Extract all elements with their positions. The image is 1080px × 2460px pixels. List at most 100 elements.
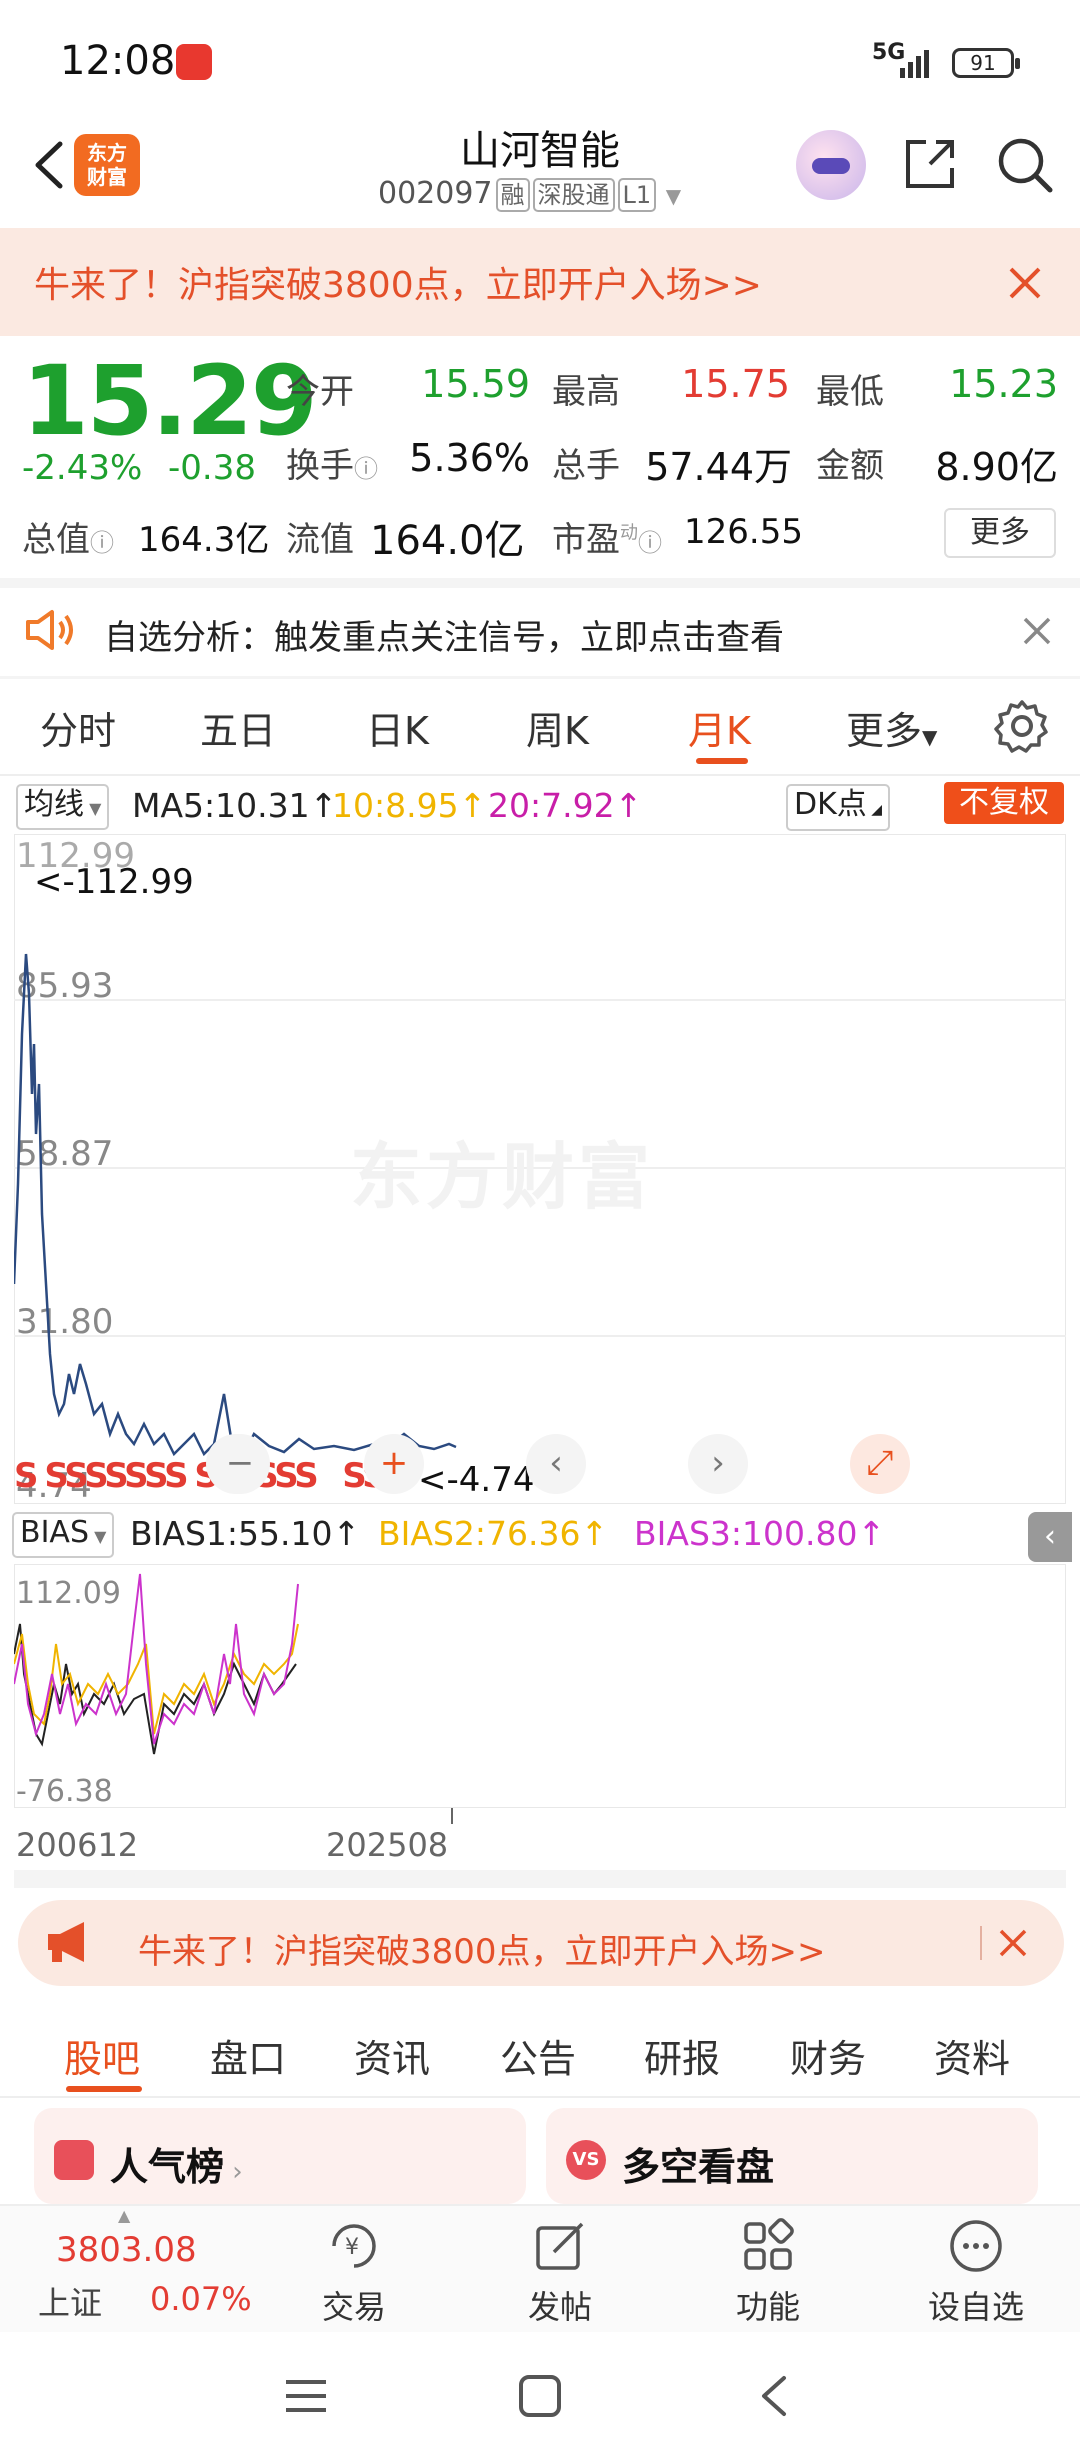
active-subtab-indicator xyxy=(66,2086,142,2092)
tab-monthly-k[interactable]: 月K xyxy=(688,700,751,755)
stock-code-row[interactable]: 002097 融深股通 L1 ▼ xyxy=(378,176,681,212)
ma-indicator-row: 均线 ▼ MA5:10.31↑ 10:8.95↑ 20:7.92↑ DK点 ◢ xyxy=(0,780,1080,831)
nav-post[interactable]: 发帖 xyxy=(490,2282,630,2328)
stock-name: 山河智能 xyxy=(460,128,620,174)
subtab-profile[interactable]: 资料 xyxy=(934,2028,1010,2083)
subtab-research[interactable]: 研报 xyxy=(644,2028,720,2083)
divider xyxy=(0,578,1080,588)
info-icon: ⓘ xyxy=(638,529,662,557)
index-change[interactable]: 0.07% xyxy=(150,2280,252,2318)
compose-icon[interactable] xyxy=(532,2218,588,2274)
bias2-value: BIAS2:76.36↑ xyxy=(378,1514,609,1553)
ma10-value: 10:8.95↑ xyxy=(332,786,487,825)
float-label: 流值 xyxy=(286,520,354,560)
subtab-news[interactable]: 资讯 xyxy=(354,2028,430,2083)
ai-assistant-visor xyxy=(812,158,850,174)
change-amount: -0.38 xyxy=(168,448,256,488)
volume-value: 57.44万 xyxy=(645,445,792,489)
trade-icon[interactable]: ¥ xyxy=(326,2218,382,2274)
tab-weekly-k[interactable]: 周K xyxy=(526,700,589,755)
index-value[interactable]: 3803.08 xyxy=(56,2230,197,2270)
turnover-label: 换手ⓘ xyxy=(286,446,378,486)
collapse-panel-icon[interactable]: ‹ xyxy=(1028,1512,1072,1562)
dropdown-icon: ▼ xyxy=(665,184,682,208)
previous-icon[interactable]: ‹ xyxy=(526,1434,586,1494)
nav-trade[interactable]: 交易 xyxy=(284,2282,424,2328)
price-line xyxy=(14,953,457,1457)
ma5-value: MA5:10.31↑ xyxy=(132,786,338,825)
bull-bear-title[interactable]: 多空看盘 xyxy=(622,2136,774,2191)
subtab-announcements[interactable]: 公告 xyxy=(500,2028,576,2083)
popularity-card[interactable] xyxy=(34,2108,526,2204)
subtab-finance[interactable]: 财务 xyxy=(790,2028,866,2083)
fullscreen-icon[interactable]: ⤢ xyxy=(850,1434,910,1494)
grid-icon[interactable] xyxy=(740,2218,796,2274)
analysis-text[interactable]: 自选分析：触发重点关注信号，立即点击查看 xyxy=(104,610,784,659)
buy-sell-signals: S SSSSSSS SSSSSS SS xyxy=(14,1456,387,1496)
settings-icon[interactable] xyxy=(994,698,1050,754)
zoom-out-button[interactable]: − xyxy=(210,1434,270,1494)
bias1-line xyxy=(14,1623,297,1755)
bias-indicator-row: BIAS ▼ BIAS1:55.10↑ BIAS2:76.36↑ BIAS3:1… xyxy=(0,1508,1080,1560)
float-value: 164.0亿 xyxy=(370,518,525,564)
share-icon[interactable] xyxy=(900,134,960,194)
bull-bear-card[interactable] xyxy=(546,2108,1038,2204)
promo-banner-text[interactable]: 牛来了！沪指突破3800点，立即开户入场>> xyxy=(34,256,762,308)
high-value: 15.75 xyxy=(681,362,790,406)
current-price: 15.29 xyxy=(22,345,318,457)
dk-point-select[interactable]: DK点 ◢ xyxy=(786,784,890,831)
close-icon[interactable] xyxy=(998,1928,1028,1958)
volume-label: 总手 xyxy=(552,446,620,486)
more-button[interactable]: 更多 xyxy=(944,508,1056,558)
back-arrow-icon[interactable] xyxy=(22,130,82,200)
more-dots-icon[interactable] xyxy=(948,2218,1004,2274)
bias-select[interactable]: BIAS ▼ xyxy=(12,1512,115,1558)
tab-more[interactable]: 更多▼ xyxy=(846,700,937,755)
divider xyxy=(0,2096,1080,2098)
menu-icon[interactable] xyxy=(284,2376,328,2416)
indicator-select[interactable]: 均线 ▼ xyxy=(16,784,110,830)
pe-label: 市盈动ⓘ xyxy=(552,520,662,560)
bias3-line xyxy=(14,1573,299,1745)
dropdown-icon: ▼ xyxy=(84,799,102,818)
close-icon[interactable] xyxy=(1008,266,1042,300)
open-value: 15.59 xyxy=(421,362,530,406)
pe-dynamic-mark: 动 xyxy=(620,522,638,544)
nav-add-watchlist[interactable]: 设自选 xyxy=(906,2282,1046,2328)
adjust-toggle[interactable]: 不复权 xyxy=(944,782,1064,824)
min-marker: <-4.74 xyxy=(418,1460,535,1500)
notification-app-icon xyxy=(176,44,212,80)
svg-text:¥: ¥ xyxy=(345,2235,359,2260)
index-name[interactable]: 上证 xyxy=(38,2278,102,2324)
x-axis-start: 200612 xyxy=(16,1826,139,1864)
change-pct: -2.43% xyxy=(22,448,143,488)
turnover-value: 5.36% xyxy=(409,436,530,480)
bias-lines xyxy=(14,1573,299,1755)
high-label: 最高 xyxy=(552,372,620,412)
next-icon[interactable]: › xyxy=(688,1434,748,1494)
active-tab-indicator xyxy=(696,758,748,764)
info-icon: ⓘ xyxy=(90,529,114,557)
chart-bottom-pad xyxy=(14,1870,1066,1888)
status-bar: 12:08 5G 91 xyxy=(0,0,1080,120)
zoom-in-icon[interactable]: + xyxy=(364,1434,424,1494)
system-back-icon[interactable] xyxy=(756,2374,790,2418)
index-arrow: ▲ xyxy=(118,2206,131,2225)
tab-intraday[interactable]: 分时 xyxy=(40,700,116,755)
subtab-orderbook[interactable]: 盘口 xyxy=(210,2028,286,2083)
divider xyxy=(980,1926,982,1960)
popularity-icon xyxy=(54,2140,94,2180)
close-icon[interactable] xyxy=(1022,616,1052,646)
tab-daily-k[interactable]: 日K xyxy=(366,700,429,755)
x-axis-end: 202508 xyxy=(326,1826,449,1864)
tab-five-day[interactable]: 五日 xyxy=(200,700,276,755)
home-icon[interactable] xyxy=(518,2374,562,2418)
amount-label: 金额 xyxy=(816,446,884,486)
promo-banner-secondary-text[interactable]: 牛来了！沪指突破3800点，立即开户入场>> xyxy=(138,1924,826,1973)
nav-functions[interactable]: 功能 xyxy=(698,2282,838,2328)
popularity-title[interactable]: 人气榜 › xyxy=(110,2136,243,2191)
search-icon[interactable] xyxy=(994,134,1056,196)
subtab-forum[interactable]: 股吧 xyxy=(64,2028,140,2083)
tag-connect: 深股通 xyxy=(532,178,615,212)
stock-code: 002097 xyxy=(378,176,493,211)
